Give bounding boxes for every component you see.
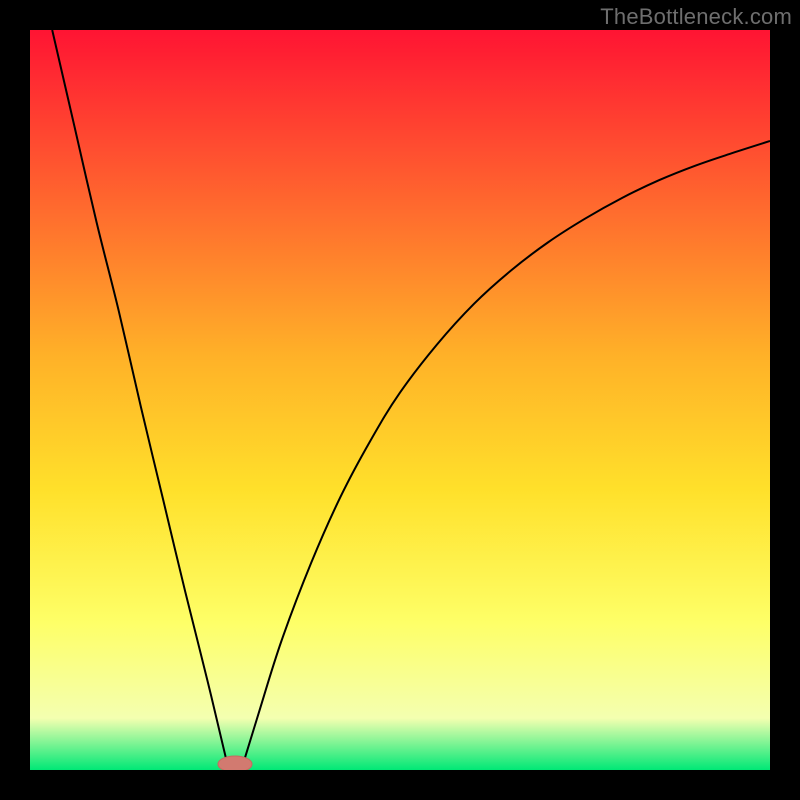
chart-plot xyxy=(30,30,770,770)
watermark: TheBottleneck.com xyxy=(600,4,792,30)
chart-background xyxy=(30,30,770,770)
chart-svg xyxy=(30,30,770,770)
min-marker xyxy=(218,756,252,770)
